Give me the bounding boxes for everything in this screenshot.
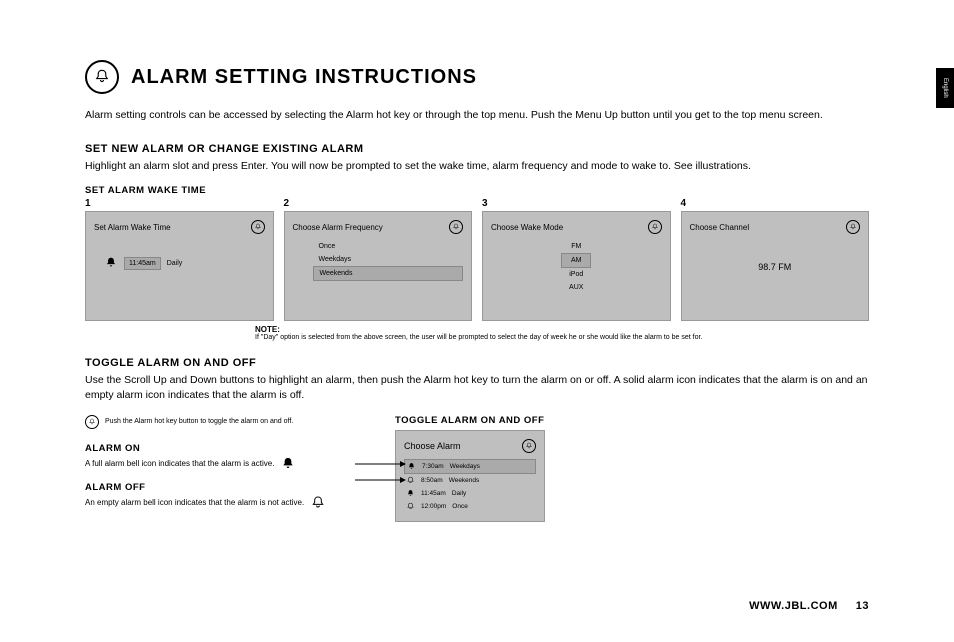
alarm-row-1-time: 7:30am: [422, 463, 444, 470]
panel-choose-frequency: Choose Alarm Frequency Once Weekdays Wee…: [284, 211, 473, 321]
mode-option-aux: AUX: [491, 281, 662, 294]
bell-outline-icon: [406, 502, 415, 511]
mode-option-fm: FM: [491, 240, 662, 253]
alarm-row-2: 8:50am Weekends: [404, 474, 536, 487]
bell-outline-icon: [310, 495, 326, 511]
mode-option-am: AM: [561, 253, 591, 268]
page-footer: WWW.JBL.COM 13: [749, 600, 869, 612]
mode-option-ipod: iPod: [491, 268, 662, 281]
section-toggle-heading: TOGGLE ALARM ON AND OFF: [85, 357, 869, 369]
choose-panel-title: Choose Alarm: [404, 441, 461, 451]
panel-4-value: 98.7 FM: [690, 262, 861, 272]
set-wake-time-subhead: SET ALARM WAKE TIME: [85, 185, 869, 196]
panel-1-time: 11:45am: [124, 257, 161, 270]
panel-choose-channel: Choose Channel 98.7 FM: [681, 211, 870, 321]
footer-url: WWW.JBL.COM: [749, 600, 838, 612]
intro-text: Alarm setting controls can be accessed b…: [85, 108, 869, 123]
illustration-panels: 1 Set Alarm Wake Time 11:45am Daily 2 Ch…: [85, 198, 869, 321]
alarm-row-2-freq: Weekends: [449, 477, 480, 484]
alarm-row-3-time: 11:45am: [421, 490, 446, 497]
alarm-row-4-time: 12:00pm: [421, 503, 446, 510]
bell-icon: [251, 220, 265, 234]
footer-page-number: 13: [856, 600, 869, 612]
bell-icon: [85, 60, 119, 94]
language-tab: English: [936, 68, 954, 108]
freq-option-once: Once: [313, 240, 464, 253]
panel-4-number: 4: [681, 198, 870, 209]
bell-solid-icon: [104, 256, 118, 270]
section-new-heading: SET NEW ALARM OR CHANGE EXISTING ALARM: [85, 143, 869, 155]
alarm-row-4: 12:00pm Once: [404, 500, 536, 513]
panel-3-title: Choose Wake Mode: [491, 223, 563, 232]
bell-icon: [449, 220, 463, 234]
alarm-row-3: 11:45am Daily: [404, 487, 536, 500]
panel-4-title: Choose Channel: [690, 223, 750, 232]
bell-solid-icon: [280, 456, 296, 472]
hint-text: Push the Alarm hot key button to toggle …: [105, 418, 293, 425]
panel-1-number: 1: [85, 198, 274, 209]
panel-2-title: Choose Alarm Frequency: [293, 223, 383, 232]
bell-icon: [522, 439, 536, 453]
alarm-row-4-freq: Once: [452, 503, 468, 510]
bell-outline-icon: [406, 476, 415, 485]
bell-solid-icon: [407, 462, 416, 471]
alarm-on-heading: ALARM ON: [85, 443, 365, 454]
bell-icon: [85, 415, 99, 429]
note-text: If "Day" option is selected from the abo…: [255, 334, 702, 341]
section-new-body: Highlight an alarm slot and press Enter.…: [85, 159, 869, 174]
bell-icon: [648, 220, 662, 234]
bell-icon: [846, 220, 860, 234]
freq-option-weekdays: Weekdays: [313, 253, 464, 266]
panel-1-freq: Daily: [167, 260, 183, 267]
freq-option-weekends: Weekends: [313, 266, 464, 281]
alarm-row-1-freq: Weekdays: [450, 463, 480, 470]
choose-panel-subhead: TOGGLE ALARM ON AND OFF: [395, 415, 869, 426]
page-title: ALARM SETTING INSTRUCTIONS: [131, 66, 477, 89]
panel-choose-wake-mode: Choose Wake Mode FM AM iPod AUX: [482, 211, 671, 321]
alarm-row-2-time: 8:50am: [421, 477, 443, 484]
panel-set-wake-time: Set Alarm Wake Time 11:45am Daily: [85, 211, 274, 321]
note-block: NOTE: If "Day" option is selected from t…: [255, 325, 869, 341]
panel-3-number: 3: [482, 198, 671, 209]
panel-1-title: Set Alarm Wake Time: [94, 223, 171, 232]
bell-solid-icon: [406, 489, 415, 498]
choose-alarm-panel: Choose Alarm 7:30am Weekdays 8:50am Week…: [395, 430, 545, 522]
note-label: NOTE:: [255, 325, 280, 334]
page-content: ALARM SETTING INSTRUCTIONS Alarm setting…: [0, 0, 954, 542]
section-toggle-body: Use the Scroll Up and Down buttons to hi…: [85, 373, 869, 402]
alarm-row-1: 7:30am Weekdays: [404, 459, 536, 474]
alarm-off-text: An empty alarm bell icon indicates that …: [85, 498, 304, 507]
alarm-on-text: A full alarm bell icon indicates that th…: [85, 459, 274, 468]
alarm-off-heading: ALARM OFF: [85, 482, 365, 493]
alarm-row-3-freq: Daily: [452, 490, 466, 497]
panel-2-number: 2: [284, 198, 473, 209]
